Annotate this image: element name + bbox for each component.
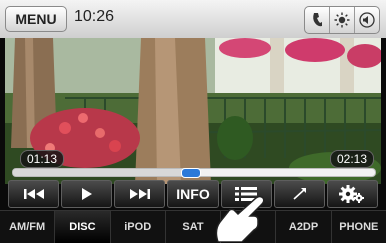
source-tab[interactable]: A2DP xyxy=(276,211,332,243)
source-tab[interactable]: DISC xyxy=(55,211,111,243)
elapsed-time: 01:13 xyxy=(20,150,65,168)
volume-mute-icon[interactable] xyxy=(355,7,379,33)
phone-icon[interactable] xyxy=(305,7,330,33)
previous-track-icon xyxy=(23,189,44,199)
playback-controls: INFO xyxy=(8,180,378,208)
settings-button[interactable] xyxy=(326,180,378,208)
source-tab[interactable]: PHONE xyxy=(332,211,386,243)
total-time: 02:13 xyxy=(329,150,374,168)
next-track-button[interactable] xyxy=(114,180,166,208)
info-button[interactable]: INFO xyxy=(167,180,219,208)
source-tab[interactable]: iPOD xyxy=(111,211,166,243)
progress-knob[interactable] xyxy=(181,168,202,178)
play-icon xyxy=(81,188,92,200)
source-tab[interactable]: AM/FM xyxy=(0,211,56,243)
next-track-icon xyxy=(129,189,150,199)
clock: 10:26 xyxy=(74,8,115,25)
source-bar: AM/FM DISC iPOD SAT A2DP PHONE xyxy=(0,210,386,243)
top-icon-group xyxy=(304,6,380,34)
settings-icon xyxy=(339,185,365,203)
repeat-icon xyxy=(293,188,307,200)
previous-track-button[interactable] xyxy=(8,180,60,208)
menu-button[interactable]: MENU xyxy=(5,6,67,32)
play-button[interactable] xyxy=(61,180,113,208)
progress-bar[interactable] xyxy=(12,168,376,178)
pointing-hand-icon xyxy=(215,195,265,242)
top-bar: MENU 10:26 xyxy=(0,0,386,38)
brightness-icon[interactable] xyxy=(330,7,355,33)
repeat-button[interactable] xyxy=(273,180,325,208)
progress-fill xyxy=(13,169,191,176)
